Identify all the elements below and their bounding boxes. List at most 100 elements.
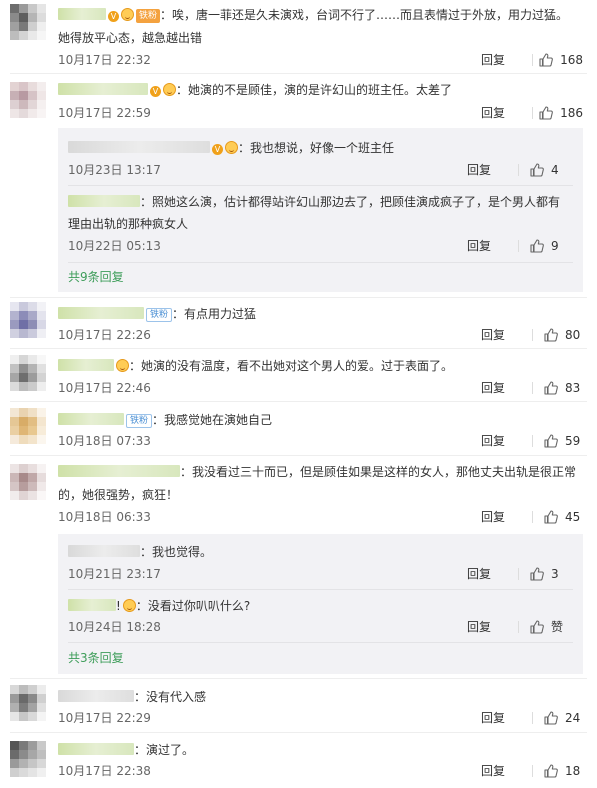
timestamp: 10月17日 22:46 (58, 381, 151, 395)
comment-text: 没有代入感 (146, 690, 207, 704)
username[interactable] (58, 359, 114, 371)
timestamp: 10月17日 22:59 (58, 106, 151, 120)
username[interactable] (68, 545, 140, 557)
comment-text-line: ：没有代入感 (58, 687, 583, 707)
username[interactable] (58, 413, 124, 425)
thumbs-up-icon (530, 239, 544, 253)
comment-item: V ：她演的不是顾佳，演的是许幻山的班主任。太差了 10月17日 22:59 回复… (0, 74, 597, 296)
divider (518, 240, 519, 252)
comment-text: 照她这么演，估计都得站许幻山那边去了，把顾佳演成疯子了，是个男人都有 (152, 195, 561, 209)
timestamp: 10月18日 06:33 (58, 510, 151, 524)
comment-meta: 10月17日 22:46 回复 83 (58, 379, 583, 397)
avatar[interactable] (10, 4, 46, 40)
comment-text-line: 铁粉 ：我感觉她在演她自己 (58, 410, 583, 430)
comment-text-line: ：照她这么演，估计都得站许幻山那边去了，把顾佳演成疯子了，是个男人都有 (68, 192, 569, 212)
like-button[interactable]: 168 (538, 51, 583, 69)
comment-text: 的，她很强势，疯狂！ (58, 488, 179, 502)
avatar[interactable] (10, 82, 46, 118)
like-button[interactable]: 18 (543, 762, 583, 780)
username[interactable] (68, 141, 210, 153)
like-button[interactable]: 9 (529, 237, 569, 255)
avatar[interactable] (10, 302, 46, 338)
like-button[interactable]: 赞 (529, 618, 569, 636)
comment-text: 有点用力过猛 (184, 307, 257, 321)
comment-text-line: V ：我也想说，好像一个班主任 (68, 138, 569, 158)
avatar[interactable] (10, 741, 46, 777)
comment-text-line: 的，她很强势，疯狂！ (58, 485, 583, 505)
reply-button[interactable]: 回复 (481, 104, 505, 122)
username[interactable] (68, 599, 116, 611)
comment-meta: 10月17日 22:26 回复 80 (58, 326, 583, 344)
thumbs-up-icon (544, 510, 558, 524)
timestamp: 10月18日 07:33 (58, 434, 151, 448)
fan-badge: 铁粉 (126, 414, 153, 428)
like-button[interactable]: 4 (529, 161, 569, 179)
comment-text: 她演的没有温度，看不出她对这个男人的爱。过于表面了。 (141, 359, 454, 373)
reply-button[interactable]: 回复 (481, 432, 505, 450)
username[interactable] (58, 307, 144, 319)
like-button[interactable]: 45 (543, 508, 583, 526)
reply-button[interactable]: 回复 (481, 51, 505, 69)
username[interactable] (58, 83, 148, 95)
reply-button[interactable]: 回复 (481, 709, 505, 727)
timestamp: 10月17日 22:38 (58, 764, 151, 778)
fan-smiley-icon (121, 8, 134, 21)
thumbs-up-icon (530, 163, 544, 177)
avatar[interactable] (10, 685, 46, 721)
like-button[interactable]: 3 (529, 565, 569, 583)
username[interactable] (68, 195, 140, 207)
comment-text: 我也想说，好像一个班主任 (250, 141, 395, 155)
reply-button[interactable]: 回复 (481, 326, 505, 344)
avatar[interactable] (10, 464, 46, 500)
like-count: 168 (560, 53, 583, 67)
username[interactable] (58, 690, 134, 702)
thumbs-up-icon (539, 53, 553, 67)
divider (518, 568, 519, 580)
like-button[interactable]: 83 (543, 379, 583, 397)
reply-button[interactable]: 回复 (481, 762, 505, 780)
reply-button[interactable]: 回复 (481, 508, 505, 526)
thumbs-up-icon (544, 434, 558, 448)
like-count: 80 (565, 328, 581, 342)
thumbs-up-icon (530, 567, 544, 581)
avatar[interactable] (10, 408, 46, 444)
comment-text-line: ：她演的没有温度，看不出她对这个男人的爱。过于表面了。 (58, 356, 583, 376)
like-button[interactable]: 80 (543, 326, 583, 344)
comment-meta: 10月22日 05:13 回复 9 (68, 237, 569, 255)
fan-smiley-icon (163, 83, 176, 96)
vip-crown-icon: V (150, 86, 161, 97)
view-more-replies-link[interactable]: 共3条回复 (68, 649, 124, 667)
avatar[interactable] (10, 355, 46, 391)
divider (68, 185, 573, 186)
like-button[interactable]: 24 (543, 709, 583, 727)
vip-crown-icon: V (108, 11, 119, 22)
like-button[interactable]: 186 (538, 104, 583, 122)
reply-button[interactable]: 回复 (481, 379, 505, 397)
username[interactable] (58, 8, 106, 20)
comment-text: 演过了。 (146, 743, 195, 757)
comment-meta: 10月18日 07:33 回复 59 (58, 432, 583, 450)
like-count: 45 (565, 510, 581, 524)
username[interactable] (58, 743, 134, 755)
comment-meta: 10月18日 06:33 回复 45 (58, 508, 583, 526)
replies-panel: ：我也觉得。 10月21日 23:17 回复 3 ! ：没看过你叭叭什么? 10月… (58, 534, 583, 674)
divider (532, 329, 533, 341)
reply-button[interactable]: 回复 (467, 161, 491, 179)
timestamp: 10月22日 05:13 (68, 239, 161, 253)
view-more-replies-link[interactable]: 共9条回复 (68, 268, 124, 286)
divider (532, 435, 533, 447)
timestamp: 10月17日 22:32 (58, 53, 151, 67)
comment-text: 我没看过三十而已，但是顾佳如果是这样的女人，那他丈夫出轨是很正常 (192, 465, 577, 479)
comment-meta: 10月17日 22:29 回复 24 (58, 709, 583, 727)
reply-button[interactable]: 回复 (467, 565, 491, 583)
divider (532, 712, 533, 724)
username[interactable] (58, 465, 180, 477)
comment-text: 唉，唐一菲还是久未演戏，台词不行了……而且表情过于外放，用力过猛。 (172, 8, 569, 22)
fan-badge: 铁粉 (136, 9, 161, 23)
reply-button[interactable]: 回复 (467, 237, 491, 255)
reply-button[interactable]: 回复 (467, 618, 491, 636)
comment-text: 我感觉她在演她自己 (164, 413, 273, 427)
comment-text: 没看过你叭叭什么? (147, 599, 251, 613)
like-button[interactable]: 59 (543, 432, 583, 450)
comment-text-line: V 铁粉 ：唉，唐一菲还是久未演戏，台词不行了……而且表情过于外放，用力过猛。 (58, 5, 583, 25)
